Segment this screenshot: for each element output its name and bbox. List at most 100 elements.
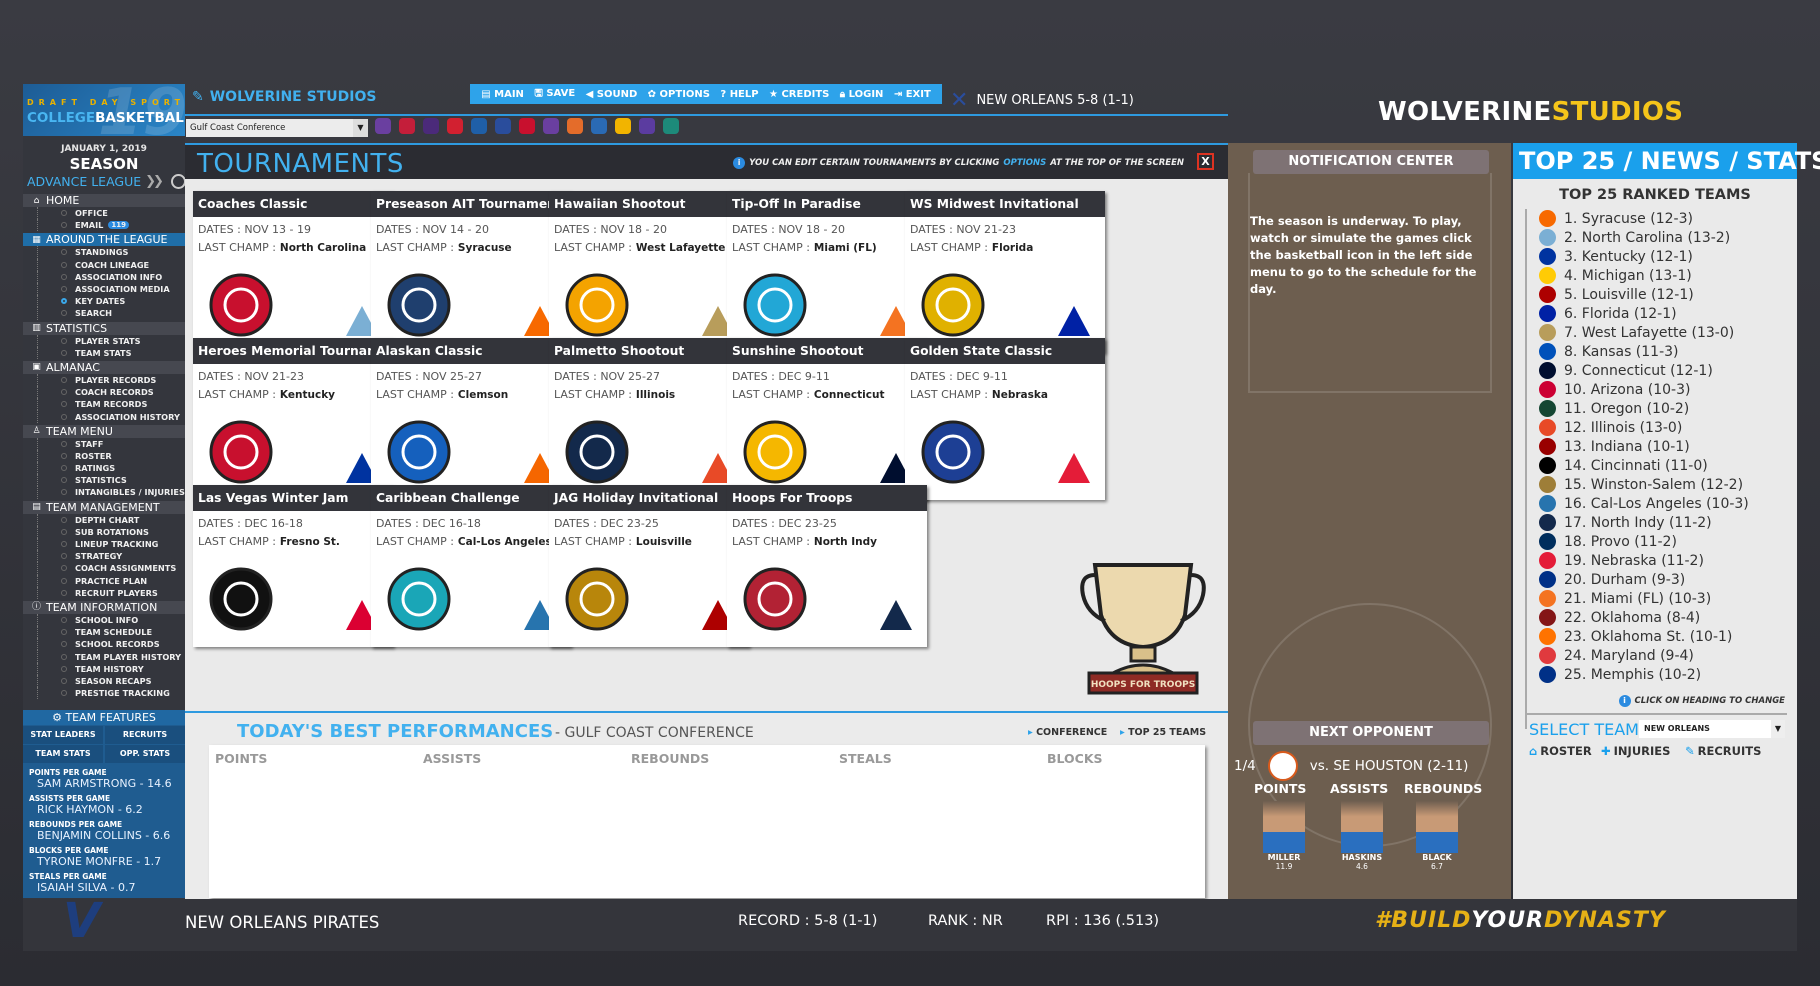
ranked-team[interactable]: 25. Memphis (10-2) — [1539, 665, 1701, 684]
tournament-card[interactable]: Coaches Classic DATES : NOV 13 - 19 LAST C… — [193, 191, 393, 353]
menu-main[interactable]: ▤ MAIN — [481, 89, 524, 100]
sidebar-section-team-management[interactable]: ▤ TEAM MANAGEMENT — [23, 500, 185, 514]
team-select[interactable]: NEW ORLEANS ▼ — [1639, 720, 1785, 738]
ranked-team[interactable]: 5. Louisville (12-1) — [1539, 285, 1694, 304]
sidebar-item-intangibles-injuries[interactable]: INTANGIBLES / INJURIES — [23, 486, 185, 499]
next-opponent[interactable]: 1/4 vs. SE HOUSTON (2-11) — [1234, 751, 1468, 781]
menu-help[interactable]: ? HELP — [720, 89, 758, 100]
tournament-card[interactable]: Sunshine Shootout DATES : DEC 9-11 LAST CH… — [727, 338, 927, 500]
sidebar-item-lineup-tracking[interactable]: LINEUP TRACKING — [23, 537, 185, 551]
sidebar-item-ratings[interactable]: RATINGS — [23, 462, 185, 475]
sidebar-item-coach-records[interactable]: COACH RECORDS — [23, 386, 185, 399]
ranked-team[interactable]: 24. Maryland (9-4) — [1539, 646, 1694, 665]
team-logo-icon[interactable] — [423, 118, 439, 134]
stat-leader-value[interactable]: BENJAMIN COLLINS - 6.6 — [37, 829, 170, 842]
sidebar-item-roster[interactable]: ROSTER — [23, 449, 185, 463]
ranked-team[interactable]: 8. Kansas (11-3) — [1539, 342, 1679, 361]
ranked-team[interactable]: 18. Provo (11-2) — [1539, 532, 1677, 551]
team-logo-icon[interactable] — [471, 118, 487, 134]
injuries-link[interactable]: ✚ INJURIES — [1601, 744, 1670, 758]
sidebar-item-team-stats[interactable]: TEAM STATS — [23, 346, 185, 360]
top25-heading[interactable]: TOP 25 / NEWS / STATS — [1513, 143, 1820, 179]
sidebar-item-school-records[interactable]: SCHOOL RECORDS — [23, 638, 185, 651]
team-logo-icon[interactable] — [663, 118, 679, 134]
sidebar-item-strategy[interactable]: STRATEGY — [23, 550, 185, 563]
sidebar-item-search[interactable]: SEARCH — [23, 307, 185, 320]
team-logo-icon[interactable] — [375, 118, 391, 134]
tournament-card[interactable]: Hawaiian Shootout DATES : NOV 18 - 20 LAST… — [549, 191, 749, 353]
tournament-card[interactable]: Palmetto Shootout DATES : NOV 25-27 LAST C… — [549, 338, 749, 500]
basketball-icon[interactable] — [170, 174, 186, 189]
menu-options[interactable]: ✿ OPTIONS — [648, 89, 710, 100]
sidebar-section-almanac[interactable]: ▣ ALMANAC — [23, 360, 185, 374]
ranked-team[interactable]: 15. Winston-Salem (12-2) — [1539, 475, 1743, 494]
sidebar-item-team-player-history[interactable]: TEAM PLAYER HISTORY — [23, 650, 185, 663]
team-stats-button[interactable]: TEAM STATS — [23, 745, 103, 763]
conference-filter-link[interactable]: ▸ CONFERENCE — [1028, 727, 1107, 738]
ranked-team[interactable]: 6. Florida (12-1) — [1539, 304, 1677, 323]
team-logo-icon[interactable] — [543, 118, 559, 134]
team-logo-icon[interactable] — [399, 118, 415, 134]
ranked-team[interactable]: 16. Cal-Los Angeles (10-3) — [1539, 494, 1749, 513]
tournament-card[interactable]: Hoops For Troops DATES : DEC 23-25 LAST CH… — [727, 485, 927, 647]
ranked-team[interactable]: 1. Syracuse (12-3) — [1539, 209, 1693, 228]
ranked-team[interactable]: 7. West Lafayette (13-0) — [1539, 323, 1734, 342]
sidebar-item-staff[interactable]: STAFF — [23, 437, 185, 451]
stat-leader-value[interactable]: RICK HAYMON - 6.2 — [37, 803, 143, 816]
team-logo-icon[interactable] — [591, 118, 607, 134]
team-logo-icon[interactable] — [447, 118, 463, 134]
menu-save[interactable]: 🖫 SAVE — [534, 86, 575, 103]
tournament-card[interactable]: Alaskan Classic DATES : NOV 25-27 LAST CHA… — [371, 338, 571, 500]
sidebar-item-season-recaps[interactable]: SEASON RECAPS — [23, 674, 185, 688]
sidebar-item-sub-rotations[interactable]: SUB ROTATIONS — [23, 525, 185, 539]
sidebar-item-coach-lineage[interactable]: COACH LINEAGE — [23, 258, 185, 271]
tournament-card[interactable]: Tip-Off In Paradise DATES : NOV 18 - 20 LA… — [727, 191, 927, 353]
sidebar-item-association-history[interactable]: ASSOCIATION HISTORY — [23, 410, 185, 423]
sidebar-section-team-menu[interactable]: ♙ TEAM MENU — [23, 424, 185, 438]
sidebar-section-home[interactable]: ⌂ HOME — [23, 194, 185, 207]
team-logo-icon[interactable] — [567, 118, 583, 134]
stat-leaders-button[interactable]: STAT LEADERS — [23, 726, 103, 744]
recruits-link[interactable]: ✎ RECRUITS — [1685, 744, 1761, 758]
opponent-player-card[interactable]: MILLER 11.9 — [1259, 801, 1309, 871]
ranked-team[interactable]: 22. Oklahoma (8-4) — [1539, 608, 1700, 627]
opponent-player-card[interactable]: HASKINS 4.6 — [1337, 801, 1387, 871]
ranked-team[interactable]: 2. North Carolina (13-2) — [1539, 228, 1730, 247]
tournament-card[interactable]: JAG Holiday Invitational DATES : DEC 23-2… — [549, 485, 749, 647]
tournament-card[interactable]: Caribbean Challenge DATES : DEC 16-18 LAST… — [371, 485, 571, 647]
sidebar-item-prestige-tracking[interactable]: PRESTIGE TRACKING — [23, 687, 185, 700]
sidebar-item-association-info[interactable]: ASSOCIATION INFO — [23, 270, 185, 284]
advance-league-button[interactable]: ADVANCE LEAGUE ❯❯ — [27, 174, 186, 189]
sidebar-item-team-history[interactable]: TEAM HISTORY — [23, 662, 185, 676]
conference-select[interactable]: Gulf Coast Conference ▼ — [186, 119, 368, 137]
ranked-team[interactable]: 11. Oregon (10-2) — [1539, 399, 1689, 418]
team-logo-icon[interactable] — [519, 118, 535, 134]
menu-login[interactable]: 🔒︎ LOGIN — [840, 89, 884, 100]
scroll-track[interactable] — [1525, 209, 1527, 729]
sidebar-item-team-schedule[interactable]: TEAM SCHEDULE — [23, 626, 185, 639]
game-logo[interactable]: 19 DRAFT DAY SPORTS COLLEGEBASKETBALL — [23, 84, 185, 136]
sidebar-item-depth-chart[interactable]: DEPTH CHART — [23, 513, 185, 526]
opponent-player-card[interactable]: BLACK 6.7 — [1412, 801, 1462, 871]
sidebar-section-around-the-league[interactable]: ▦ AROUND THE LEAGUE — [23, 233, 185, 247]
team-logo-icon[interactable] — [615, 118, 631, 134]
sidebar-item-school-info[interactable]: SCHOOL INFO — [23, 613, 185, 627]
tournament-card[interactable]: Heroes Memorial Tournament DATES : NOV 21… — [193, 338, 393, 500]
recruits-button[interactable]: RECRUITS — [105, 726, 185, 744]
sidebar-item-standings[interactable]: STANDINGS — [23, 246, 185, 259]
team-logo-icon[interactable] — [639, 118, 655, 134]
sidebar-item-key-dates[interactable]: KEY DATES — [23, 295, 185, 308]
ranked-team[interactable]: 12. Illinois (13-0) — [1539, 418, 1682, 437]
ranked-team[interactable]: 19. Nebraska (11-2) — [1539, 551, 1704, 570]
ranked-team[interactable]: 21. Miami (FL) (10-3) — [1539, 589, 1711, 608]
sidebar-item-player-records[interactable]: PLAYER RECORDS — [23, 373, 185, 387]
ranked-team[interactable]: 13. Indiana (10-1) — [1539, 437, 1690, 456]
tournament-card[interactable]: WS Midwest Invitational DATES : NOV 21-23… — [905, 191, 1105, 353]
sidebar-item-player-stats[interactable]: PLAYER STATS — [23, 334, 185, 347]
sidebar-section-statistics[interactable]: ▥ STATISTICS — [23, 321, 185, 335]
close-button[interactable]: X — [1197, 153, 1214, 170]
ranked-team[interactable]: 10. Arizona (10-3) — [1539, 380, 1690, 399]
sidebar-item-recruit-players[interactable]: RECRUIT PLAYERS — [23, 586, 185, 600]
ranked-team[interactable]: 14. Cincinnati (11-0) — [1539, 456, 1708, 475]
menu-credits[interactable]: ★ CREDITS — [769, 89, 829, 100]
